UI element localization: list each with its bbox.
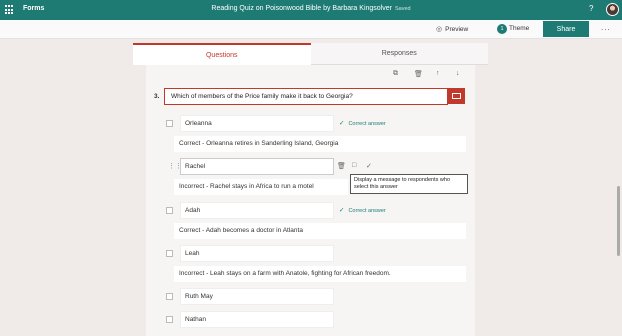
option-feedback[interactable]: Correct - Adah becomes a doctor in Atlan… [174, 223, 466, 239]
feedback-message-icon[interactable]: □ [352, 162, 356, 169]
option-feedback[interactable]: Correct - Orleanna retires in Sanderling… [174, 136, 466, 152]
theme-button[interactable]: Theme [509, 25, 529, 32]
option-feedback[interactable]: Incorrect - Leah stays on a farm with An… [174, 266, 466, 282]
tab-questions[interactable]: Questions [133, 43, 311, 65]
option-radio[interactable] [166, 120, 173, 127]
avatar[interactable] [606, 3, 619, 16]
save-status: Saved [394, 6, 411, 12]
help-icon[interactable]: ? [589, 4, 593, 13]
check-icon: ✓ [339, 207, 345, 214]
document-title: Reading Quiz on Poisonwood Bible by Barb… [0, 5, 622, 12]
preview-label: Preview [445, 25, 469, 33]
option-input-ruth-may[interactable]: Ruth May [180, 288, 334, 305]
option-feedback[interactable]: Incorrect - Rachel stays in Africa to ru… [174, 179, 348, 195]
copy-icon[interactable]: ⧉ [393, 70, 398, 78]
mark-correct-icon[interactable]: ✓ [366, 162, 372, 170]
option-radio[interactable] [166, 250, 173, 257]
option-input-leah[interactable]: Leah [180, 245, 334, 262]
correct-answer-marker[interactable]: ✓ Correct answer [339, 206, 386, 214]
option-input-adah[interactable]: Adah [180, 202, 334, 219]
top-app-bar: Forms Reading Quiz on Poisonwood Bible b… [0, 0, 622, 20]
form-title: Reading Quiz on Poisonwood Bible by Barb… [211, 5, 392, 12]
check-icon: ✓ [339, 120, 345, 127]
preview-button[interactable]: ◎ Preview [436, 25, 469, 34]
delete-icon[interactable]: 🗑 [414, 70, 423, 78]
option-input-rachel[interactable]: Rachel [180, 158, 334, 175]
correct-answer-label: Correct answer [348, 208, 386, 214]
share-button[interactable]: Share [543, 21, 589, 37]
theme-label: Theme [509, 25, 530, 32]
correct-answer-marker[interactable]: ✓ Correct answer [339, 119, 386, 127]
question-text-input[interactable]: Which of members of the Price family mak… [164, 88, 448, 105]
eye-icon: ◎ [436, 26, 443, 33]
move-down-icon[interactable]: ↓ [456, 70, 460, 77]
move-up-icon[interactable]: ↑ [436, 70, 440, 77]
question-number: 3. [154, 93, 160, 100]
more-options-icon[interactable]: ... [601, 23, 611, 32]
option-radio[interactable] [166, 293, 173, 300]
delete-option-icon[interactable]: 🗑 [337, 162, 346, 170]
option-radio[interactable] [166, 207, 173, 214]
image-icon [452, 93, 461, 99]
option-radio[interactable] [166, 316, 173, 323]
tab-responses[interactable]: Responses [310, 43, 488, 65]
tooltip: Display a message to respondents who sel… [350, 174, 468, 194]
option-input-nathan[interactable]: Nathan [180, 311, 334, 328]
theme-badge: 1 [497, 24, 507, 34]
option-input-orleanna[interactable]: Orleanna [180, 115, 334, 132]
tab-bar: Questions Responses [133, 43, 488, 65]
scrollbar[interactable] [617, 186, 620, 256]
correct-answer-label: Correct answer [348, 121, 386, 127]
insert-image-button[interactable] [448, 88, 465, 104]
